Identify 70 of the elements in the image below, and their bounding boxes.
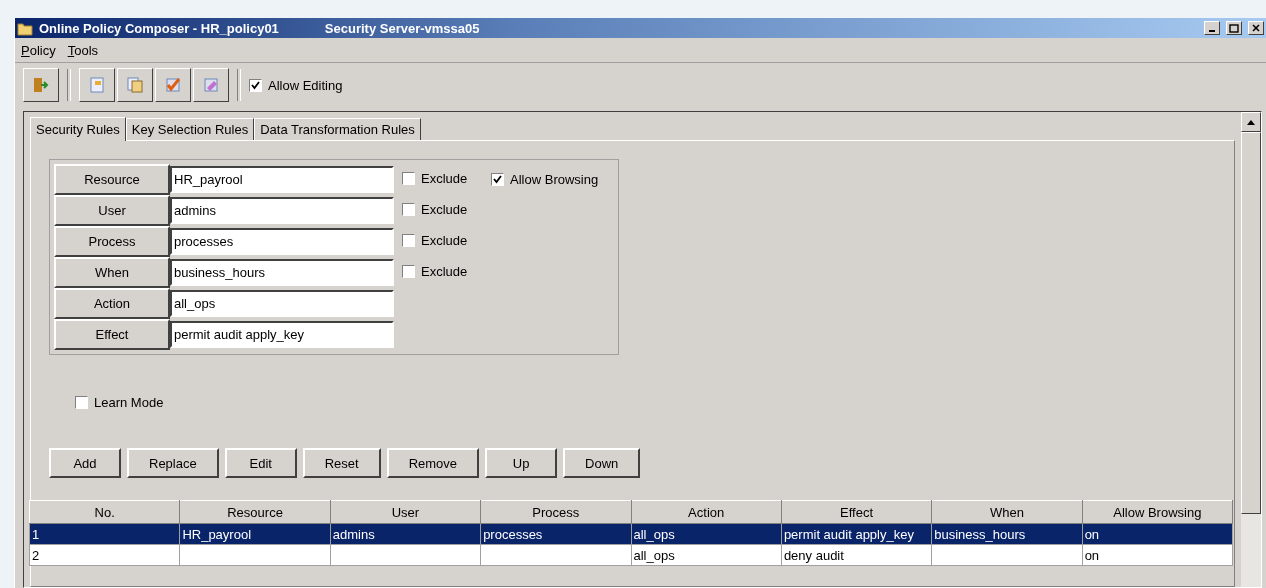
column-header[interactable]: Process xyxy=(480,500,631,524)
tab[interactable]: Data Transformation Rules xyxy=(254,118,421,140)
action-button[interactable]: Replace xyxy=(127,448,219,478)
action-button[interactable]: Remove xyxy=(386,448,480,478)
checkbox[interactable] xyxy=(249,78,262,92)
documents-icon xyxy=(125,75,145,95)
toolbar-button[interactable] xyxy=(79,68,115,102)
field-label-button[interactable]: User xyxy=(54,195,170,226)
input-field[interactable]: business_hours xyxy=(170,259,394,286)
exit-door-icon xyxy=(31,75,51,95)
checkbox[interactable] xyxy=(402,265,415,278)
document-icon xyxy=(87,75,107,95)
scroll-up-button[interactable] xyxy=(1241,112,1261,132)
column-header[interactable]: Resource xyxy=(179,500,331,524)
field-label-button[interactable]: Process xyxy=(54,226,170,257)
field-label-button[interactable]: Resource xyxy=(54,164,170,195)
checkbox-label: Allow Browsing xyxy=(510,172,599,187)
toolbar-button[interactable] xyxy=(193,68,229,102)
action-button[interactable]: Up xyxy=(485,448,558,478)
input-field[interactable]: all_ops xyxy=(170,290,394,317)
scrollbar[interactable] xyxy=(1241,112,1261,587)
input-field[interactable]: admins xyxy=(170,197,394,224)
exit-button[interactable] xyxy=(23,68,59,102)
action-button[interactable]: Reset xyxy=(302,448,381,478)
menu-item[interactable]: Policy xyxy=(21,42,56,58)
eraser-icon xyxy=(201,75,221,95)
checkbox-label: Allow Editing xyxy=(268,77,343,93)
folder-icon xyxy=(17,20,33,36)
checkbox-label: Exclude xyxy=(421,171,468,186)
column-header[interactable]: User xyxy=(330,500,481,524)
field-label-button[interactable]: When xyxy=(54,257,170,288)
tab[interactable]: Security Rules xyxy=(30,117,126,141)
maximize-button[interactable] xyxy=(1226,21,1242,35)
action-button[interactable]: Add xyxy=(49,448,121,478)
checkbox[interactable] xyxy=(75,396,88,409)
menu-item[interactable]: Tools xyxy=(67,42,99,58)
close-icon xyxy=(1252,24,1260,32)
server-name: Security Server-vmssa05 xyxy=(324,20,480,36)
input-field[interactable]: HR_payrool xyxy=(170,166,394,193)
checkbox[interactable] xyxy=(491,173,505,186)
checkbox[interactable] xyxy=(402,172,415,185)
column-header[interactable]: Action xyxy=(631,500,782,524)
window-title: Online Policy Composer - HR_policy01 xyxy=(39,20,279,36)
minimize-button[interactable] xyxy=(1204,21,1220,35)
field-label-button[interactable]: Effect xyxy=(54,319,170,350)
column-header[interactable]: Effect xyxy=(781,500,932,524)
checkbox-label: Exclude xyxy=(421,202,468,217)
check-icon xyxy=(163,75,183,95)
action-button[interactable]: Edit xyxy=(224,448,297,478)
column-header[interactable]: When xyxy=(931,500,1083,524)
field-label-button[interactable]: Action xyxy=(54,288,170,319)
toolbar-button[interactable] xyxy=(117,68,153,102)
checkbox[interactable] xyxy=(402,234,415,247)
column-header[interactable]: No. xyxy=(29,500,180,524)
checkbox-label: Exclude xyxy=(421,233,468,248)
input-field[interactable]: permit audit apply_key xyxy=(170,321,394,348)
checkbox-label: Learn Mode xyxy=(94,395,164,410)
up-arrow-icon xyxy=(1247,119,1255,125)
table-cell: 2 xyxy=(29,544,180,566)
scroll-thumb[interactable] xyxy=(1241,132,1261,514)
column-header[interactable]: Allow Browsing xyxy=(1082,500,1233,524)
checkbox-label: Exclude xyxy=(421,264,468,279)
action-button[interactable]: Down xyxy=(563,448,641,478)
input-field[interactable]: processes xyxy=(170,228,394,255)
checkbox[interactable] xyxy=(402,203,415,216)
table-cell: 1 xyxy=(29,523,180,545)
toolbar-button[interactable] xyxy=(155,68,191,102)
close-button[interactable] xyxy=(1248,21,1264,35)
tab[interactable]: Key Selection Rules xyxy=(125,118,255,140)
maximize-icon xyxy=(1229,23,1239,33)
